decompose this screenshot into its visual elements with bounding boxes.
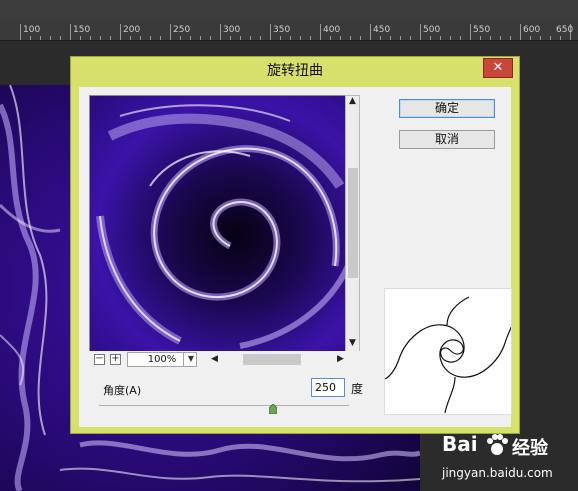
baidu-jingyan-watermark: Bai 经验 jingyan.baidu.com bbox=[428, 428, 578, 491]
ruler-tick bbox=[270, 24, 271, 40]
close-button[interactable]: ✕ bbox=[483, 58, 513, 78]
ruler-label: 350 bbox=[273, 25, 291, 35]
ruler-label: 400 bbox=[323, 25, 341, 35]
spiral-diagram-icon bbox=[384, 296, 512, 414]
watermark-brand: Bai bbox=[442, 432, 478, 456]
angle-unit: 度 bbox=[351, 382, 364, 396]
scroll-up-icon[interactable]: ▲ bbox=[349, 96, 356, 106]
scrollbar-thumb[interactable] bbox=[243, 354, 301, 365]
ruler-tick bbox=[170, 24, 171, 40]
ruler-tick bbox=[320, 24, 321, 40]
menu-strip bbox=[0, 0, 578, 22]
dialog-title: 旋转扭曲 bbox=[267, 63, 323, 79]
paw-icon bbox=[487, 434, 508, 455]
twirl-thumbnail bbox=[384, 288, 512, 415]
angle-input[interactable]: 250 bbox=[311, 378, 345, 397]
close-icon: ✕ bbox=[492, 60, 504, 75]
zoom-out-icon: − bbox=[95, 353, 104, 364]
dropdown-arrow-icon[interactable]: ▼ bbox=[183, 352, 198, 367]
ok-button[interactable]: 确定 bbox=[399, 99, 495, 118]
twirl-preview-image bbox=[90, 96, 354, 352]
angle-slider-track[interactable] bbox=[99, 405, 349, 406]
ruler-tick bbox=[220, 24, 221, 40]
ruler-label: 650 bbox=[556, 25, 574, 35]
ruler-label: 200 bbox=[123, 25, 141, 35]
ruler-label: 250 bbox=[173, 25, 191, 35]
watermark-url: jingyan.baidu.com bbox=[442, 466, 553, 480]
horizontal-ruler: 100 150 200 250 300 350 400 450 500 550 … bbox=[0, 22, 578, 41]
zoom-level-value: 100% bbox=[147, 354, 177, 365]
slider-knob-icon bbox=[268, 403, 278, 415]
ruler-tick bbox=[520, 24, 521, 40]
ruler-tick bbox=[120, 24, 121, 40]
ruler-label: 600 bbox=[523, 25, 541, 35]
preview-horizontal-scrollbar[interactable]: ◀ ▶ bbox=[209, 352, 349, 367]
dialog-body: ▲ ▼ − + 100% ▼ ◀ ▶ 确定 取消 角度(A) 250 度 bbox=[79, 87, 512, 427]
zoom-in-icon: + bbox=[111, 353, 120, 364]
twirl-filter-dialog: 旋转扭曲 ✕ ▲ ▼ − + 100% ▼ ◀ ▶ 确定 取消 角度(A) 25… bbox=[70, 56, 520, 434]
ruler-tick bbox=[20, 24, 21, 40]
ruler-label: 450 bbox=[373, 25, 391, 35]
zoom-in-button[interactable]: + bbox=[110, 354, 121, 365]
zoom-out-button[interactable]: − bbox=[94, 354, 105, 365]
ruler-label: 300 bbox=[223, 25, 241, 35]
scrollbar-thumb[interactable] bbox=[348, 168, 358, 278]
ruler-label: 500 bbox=[423, 25, 441, 35]
angle-value: 250 bbox=[315, 381, 336, 394]
ruler-tick bbox=[420, 24, 421, 40]
scroll-left-icon[interactable]: ◀ bbox=[211, 354, 218, 364]
scroll-right-icon[interactable]: ▶ bbox=[337, 354, 344, 364]
ruler-tick bbox=[370, 24, 371, 40]
scroll-down-icon[interactable]: ▼ bbox=[349, 338, 356, 348]
ruler-label: 550 bbox=[473, 25, 491, 35]
ruler-label: 100 bbox=[23, 25, 41, 35]
angle-label: 角度(A) bbox=[103, 384, 142, 397]
preview-vertical-scrollbar[interactable]: ▲ ▼ bbox=[345, 95, 360, 353]
ruler-label: 150 bbox=[73, 25, 91, 35]
ruler-tick bbox=[470, 24, 471, 40]
ruler-tick bbox=[70, 24, 71, 40]
cancel-button[interactable]: 取消 bbox=[399, 130, 495, 149]
preview-zoom-bar: − + 100% ▼ ◀ ▶ bbox=[89, 351, 361, 369]
preview-panel[interactable] bbox=[89, 95, 355, 353]
watermark-brand-suffix: 经验 bbox=[512, 438, 548, 459]
angle-slider-knob[interactable] bbox=[268, 399, 278, 415]
